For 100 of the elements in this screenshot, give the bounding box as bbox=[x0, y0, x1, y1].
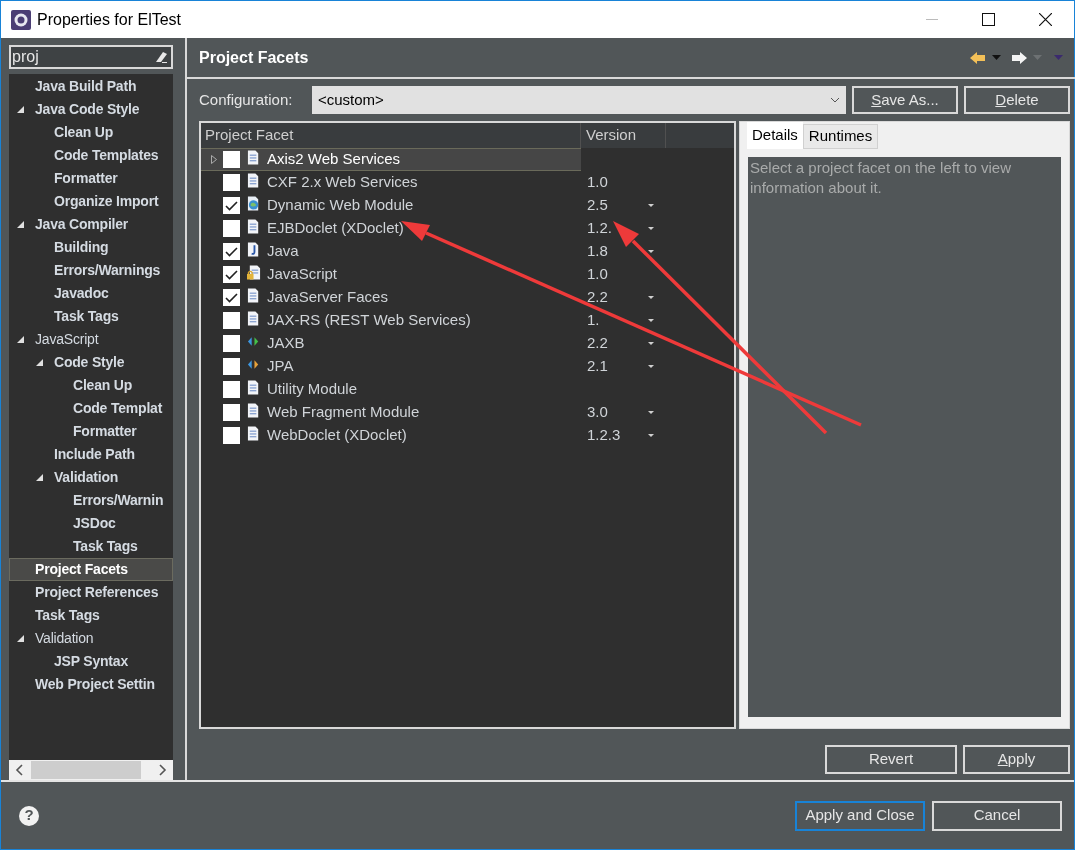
collapse-icon[interactable] bbox=[17, 106, 24, 113]
collapse-icon[interactable] bbox=[17, 635, 24, 642]
caret-icon[interactable] bbox=[648, 434, 654, 437]
facet-row[interactable]: JAXB 2.2 bbox=[201, 332, 734, 355]
delete-button[interactable]: Delete bbox=[964, 86, 1070, 114]
facet-row[interactable]: EJBDoclet (XDoclet) 1.2. bbox=[201, 217, 734, 240]
checkbox[interactable] bbox=[223, 358, 240, 375]
tree-item[interactable]: Errors/Warnin bbox=[73, 490, 164, 511]
tree-item[interactable]: Include Path bbox=[54, 444, 135, 465]
tree-item[interactable]: Validation bbox=[35, 628, 94, 649]
save-as-button[interactable]: Save As... bbox=[852, 86, 958, 114]
facet-row[interactable]: JavaServer Faces 2.2 bbox=[201, 286, 734, 309]
forward-arrow-icon[interactable] bbox=[1011, 51, 1027, 64]
document-icon bbox=[246, 380, 261, 395]
expand-icon[interactable] bbox=[211, 155, 217, 164]
tree-item[interactable]: JavaScript bbox=[35, 329, 99, 350]
checkbox[interactable] bbox=[223, 427, 240, 444]
checkbox[interactable] bbox=[223, 266, 240, 283]
caret-icon[interactable] bbox=[648, 411, 654, 414]
collapse-icon[interactable] bbox=[36, 359, 43, 366]
tree-item[interactable]: Web Project Settin bbox=[35, 674, 155, 695]
facet-row[interactable]: Utility Module bbox=[201, 378, 734, 401]
caret-icon[interactable] bbox=[648, 227, 654, 230]
tree-item[interactable]: Task Tags bbox=[54, 306, 119, 327]
tree-item[interactable]: Clean Up bbox=[73, 375, 133, 396]
caret-icon[interactable] bbox=[648, 296, 654, 299]
collapse-icon[interactable] bbox=[17, 221, 24, 228]
tree-item[interactable]: Formatter bbox=[54, 168, 118, 189]
checkbox[interactable] bbox=[223, 174, 240, 191]
version-cell-text: 1.2. bbox=[587, 218, 613, 239]
tree-item[interactable]: Code Templates bbox=[54, 145, 159, 166]
back-arrow-icon[interactable] bbox=[970, 51, 986, 64]
facet-name: CXF 2.x Web Services bbox=[267, 172, 418, 193]
tree-item[interactable]: Errors/Warnings bbox=[54, 260, 161, 281]
facet-row[interactable]: Web Fragment Module 3.0 bbox=[201, 401, 734, 424]
tab[interactable]: Runtimes bbox=[802, 124, 879, 149]
tree-item[interactable]: JSDoc bbox=[73, 513, 116, 534]
caret-icon[interactable] bbox=[648, 250, 654, 253]
facet-row[interactable]: Java 1.8 bbox=[201, 240, 734, 263]
code-arrows-icon bbox=[246, 334, 261, 349]
checkbox[interactable] bbox=[223, 289, 240, 306]
facet-name: JPA bbox=[267, 356, 294, 377]
checkbox[interactable] bbox=[223, 243, 240, 260]
tree-item[interactable]: Project References bbox=[35, 582, 159, 603]
close-icon[interactable] bbox=[1039, 13, 1052, 26]
cancel-button[interactable]: Cancel bbox=[932, 800, 1062, 831]
tree-item[interactable]: Java Compiler bbox=[35, 214, 129, 235]
tree-item[interactable]: JSP Syntax bbox=[54, 651, 128, 672]
tree-item[interactable]: Formatter bbox=[73, 421, 137, 442]
facet-row[interactable]: JPA 2.1 bbox=[201, 355, 734, 378]
facet-name: JavaServer Faces bbox=[267, 287, 388, 308]
tab[interactable]: Details bbox=[747, 122, 803, 149]
clear-icon[interactable] bbox=[154, 50, 168, 64]
checkbox[interactable] bbox=[223, 381, 240, 398]
scrollbar-thumb[interactable] bbox=[31, 761, 141, 779]
checkbox[interactable] bbox=[223, 151, 240, 168]
facet-name: Web Fragment Module bbox=[267, 402, 420, 423]
facet-name: WebDoclet (XDoclet) bbox=[267, 425, 407, 446]
facet-row[interactable]: Dynamic Web Module 2.5 bbox=[201, 194, 734, 217]
version-cell-text: 1. bbox=[587, 310, 600, 331]
apply-and-close-button[interactable]: Apply and Close bbox=[795, 800, 925, 831]
tree-item[interactable]: Organize Import bbox=[54, 191, 159, 212]
tree-item[interactable]: Validation bbox=[54, 467, 119, 488]
facet-name: Dynamic Web Module bbox=[267, 195, 414, 216]
facet-row[interactable]: JavaScript 1.0 bbox=[201, 263, 734, 286]
tree-item[interactable]: Building bbox=[54, 237, 109, 258]
tree-item[interactable]: Java Build Path bbox=[35, 76, 137, 97]
tree-item[interactable]: Code Templat bbox=[73, 398, 163, 419]
caret-icon[interactable] bbox=[648, 365, 654, 368]
tree-item[interactable]: Java Code Style bbox=[35, 99, 140, 120]
scroll-left-icon[interactable] bbox=[15, 764, 23, 776]
tree-item[interactable]: Task Tags bbox=[35, 605, 100, 626]
facet-row[interactable]: JAX-RS (REST Web Services) 1. bbox=[201, 309, 734, 332]
revert-button[interactable]: Revert bbox=[825, 745, 957, 774]
facet-name: JavaScript bbox=[267, 264, 338, 285]
document-icon bbox=[246, 426, 261, 441]
caret-icon[interactable] bbox=[648, 319, 654, 322]
collapse-icon[interactable] bbox=[17, 336, 24, 343]
caret-icon[interactable] bbox=[648, 204, 654, 207]
checkbox[interactable] bbox=[223, 197, 240, 214]
filter-field[interactable]: proj bbox=[9, 45, 173, 69]
apply-button[interactable]: Apply bbox=[963, 745, 1070, 774]
collapse-icon[interactable] bbox=[36, 474, 43, 481]
horizontal-scrollbar[interactable] bbox=[9, 760, 173, 780]
tree-item[interactable]: Code Style bbox=[54, 352, 125, 373]
tree-item[interactable]: Clean Up bbox=[54, 122, 114, 143]
facet-row[interactable]: CXF 2.x Web Services 1.0 bbox=[201, 171, 734, 194]
column-header[interactable]: Version bbox=[581, 123, 666, 148]
caret-icon[interactable] bbox=[648, 342, 654, 345]
checkbox[interactable] bbox=[223, 335, 240, 352]
tree-item[interactable]: Javadoc bbox=[54, 283, 109, 304]
configuration-dropdown[interactable]: <custom> bbox=[312, 86, 846, 114]
scroll-right-icon[interactable] bbox=[159, 764, 167, 776]
help-button[interactable]: ? bbox=[19, 805, 39, 826]
checkbox[interactable] bbox=[223, 220, 240, 237]
checkbox[interactable] bbox=[223, 404, 240, 421]
facet-row[interactable]: WebDoclet (XDoclet) 1.2.3 bbox=[201, 424, 734, 447]
checkbox[interactable] bbox=[223, 312, 240, 329]
tree-item[interactable]: Task Tags bbox=[73, 536, 138, 557]
maximize-icon[interactable] bbox=[982, 13, 995, 26]
